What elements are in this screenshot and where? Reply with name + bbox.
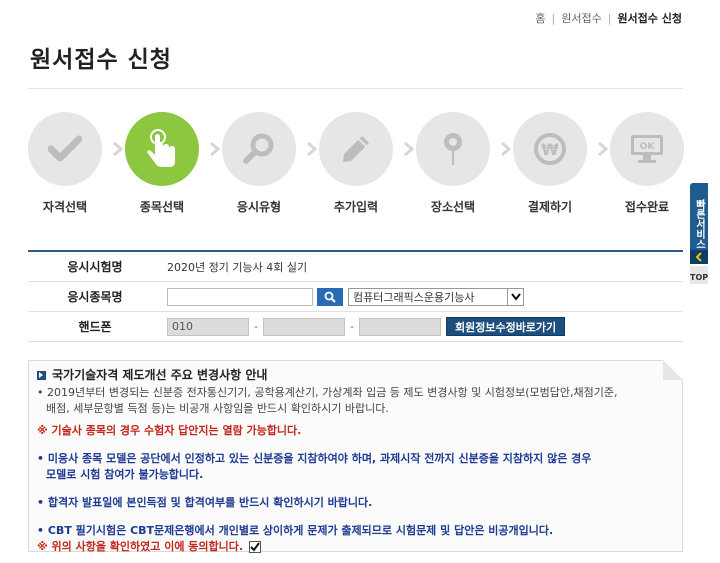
notice-warning: ※ 기술사 종목의 경우 수험자 답안지는 열람 가능합니다.	[37, 424, 302, 437]
step-label: 종목선택	[139, 200, 185, 214]
subject-cell: 컴퓨터그래픽스운용기능사	[162, 287, 683, 306]
notice-line: • 2019년부터 변경되는 신분증 전자통신기기, 공학용계산기, 가상계좌 …	[37, 386, 618, 399]
subject-select[interactable]: 컴퓨터그래픽스운용기능사	[348, 287, 524, 306]
step-location: 장소선택	[408, 112, 498, 215]
notice-title-text: 국가기술자격 제도개선 주요 변경사항 안내	[52, 368, 268, 382]
breadcrumb-level1[interactable]: 원서접수	[561, 10, 601, 26]
member-info-edit-button[interactable]: 회원정보수정바로가기	[445, 317, 566, 336]
breadcrumb-separator: |	[607, 11, 612, 25]
check-icon	[48, 135, 82, 162]
step-circle	[28, 112, 102, 186]
phone-dash: -	[254, 320, 258, 333]
form-row-exam-name: 응시시험명 2020년 정기 기능사 4회 실기	[28, 252, 683, 282]
step-qualification: 자격선택	[20, 112, 110, 215]
phone-part2-input[interactable]	[262, 317, 345, 336]
agreement-checkbox[interactable]	[249, 541, 262, 553]
bullet-arrow-icon	[37, 370, 46, 380]
phone-label: 핸드폰	[78, 320, 112, 334]
step-indicator: 자격선택 종목선택 응시유형 추가입력 장소선택 ₩ 결제하기 OK 접수완료	[20, 112, 700, 222]
form-row-subject: 응시종목명 컴퓨터그래픽스운용기능사	[28, 282, 683, 312]
step-complete: OK 접수완료	[602, 112, 692, 215]
breadcrumb-separator: |	[551, 11, 556, 25]
step-label: 추가입력	[333, 200, 379, 214]
sidebar-toggle-button[interactable]	[690, 250, 708, 264]
subject-select-value: 컴퓨터그래픽스운용기능사	[353, 290, 475, 304]
step-circle: OK	[610, 112, 684, 186]
subject-search-button[interactable]	[317, 287, 343, 306]
step-additional-input: 추가입력	[311, 112, 401, 215]
won-symbol: ₩	[541, 140, 559, 159]
check-icon	[250, 542, 260, 552]
phone-part1-input[interactable]	[167, 317, 249, 336]
monitor-ok-icon: OK	[631, 135, 663, 163]
page-fold-decoration	[663, 360, 683, 380]
step-subject: 종목선택	[117, 112, 207, 215]
page-title: 원서접수 신청	[30, 47, 172, 73]
step-label: 접수완료	[624, 200, 670, 214]
step-circle: ₩	[513, 112, 587, 186]
notice-line: • 합격자 발표일에 본인득점 및 합격여부를 반드시 확인하시기 바랍니다.	[37, 496, 373, 509]
step-payment: ₩ 결제하기	[505, 112, 595, 215]
step-exam-type: 응시유형	[214, 112, 304, 215]
magnifier-icon	[243, 133, 274, 164]
phone-cell: - - 회원정보수정바로가기	[162, 317, 683, 336]
step-label: 장소선택	[430, 200, 476, 214]
location-pin-icon	[444, 133, 462, 165]
agreement-row: ※ 위의 사항을 확인하였고 이에 동의합니다.	[37, 539, 674, 555]
step-circle	[125, 112, 199, 186]
chevron-down-icon	[507, 288, 523, 305]
step-label: 자격선택	[42, 200, 88, 214]
step-circle	[222, 112, 296, 186]
application-form: 응시시험명 2020년 정기 기능사 4회 실기 응시종목명 컴퓨터그래픽스운용…	[28, 250, 683, 342]
won-coin-icon: ₩	[534, 133, 566, 165]
step-label: 응시유형	[236, 200, 282, 214]
subject-label: 응시종목명	[67, 290, 123, 304]
notice-line: 모델로 시험 참여가 불가능합니다.	[46, 468, 204, 481]
notice-title: 국가기술자격 제도개선 주요 변경사항 안내	[37, 367, 674, 383]
top-button[interactable]: TOP	[690, 266, 708, 284]
exam-name-value: 2020년 정기 기능사 4회 실기	[167, 260, 308, 274]
subject-search-input[interactable]	[167, 287, 313, 306]
title-divider	[28, 88, 683, 89]
exam-name-label: 응시시험명	[67, 260, 123, 274]
step-circle	[416, 112, 490, 186]
agreement-text: ※ 위의 사항을 확인하였고 이에 동의합니다.	[37, 540, 244, 553]
phone-dash: -	[349, 320, 354, 333]
notice-line: • CBT 필기시험은 CBT문제은행에서 개인별로 상이하게 문제가 출제되므…	[37, 524, 554, 537]
hand-pointer-icon	[147, 129, 175, 167]
breadcrumb: 홈 | 원서접수 | 원서접수 신청	[535, 10, 682, 26]
breadcrumb-current: 원서접수 신청	[617, 12, 682, 25]
search-icon	[324, 291, 336, 303]
form-row-phone: 핸드폰 - - 회원정보수정바로가기	[28, 312, 683, 342]
notice-box: 국가기술자격 제도개선 주요 변경사항 안내 • 2019년부터 변경되는 신분…	[28, 360, 683, 555]
step-circle	[319, 112, 393, 186]
chevron-left-icon	[695, 252, 702, 262]
pencil-icon	[343, 136, 369, 162]
ok-text: OK	[640, 142, 656, 152]
notice-line: • 미응사 종목 모델은 공단에서 인정하고 있는 신분증을 지참하여야 하며,…	[37, 452, 592, 465]
step-label: 결제하기	[527, 200, 573, 214]
breadcrumb-home[interactable]: 홈	[535, 10, 545, 26]
phone-part3-input[interactable]	[358, 317, 441, 336]
notice-line: 배점, 세부문항별 득점 등)는 비공개 사항임을 반드시 확인하시기 바랍니다…	[46, 402, 389, 415]
